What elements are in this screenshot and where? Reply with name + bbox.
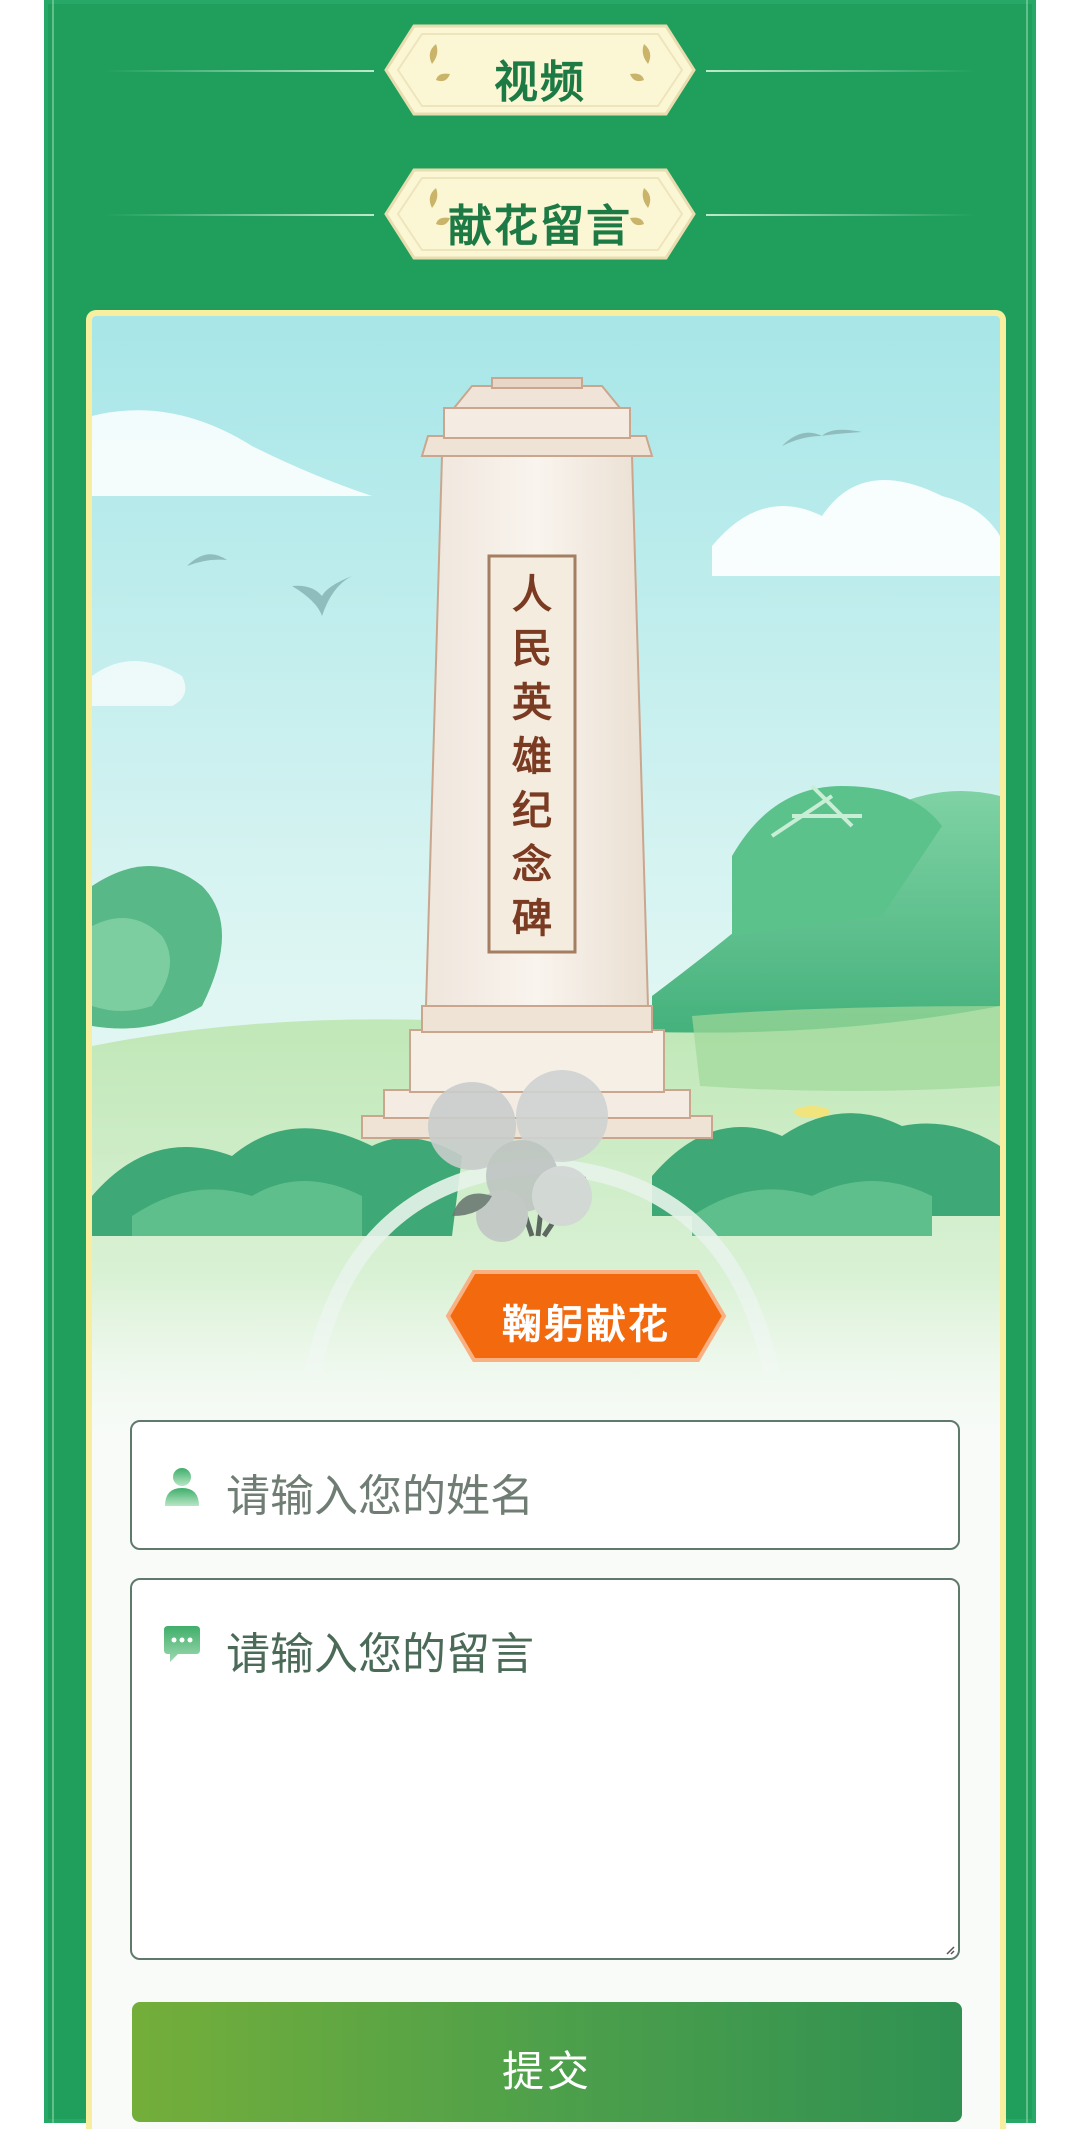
bow-offer-flowers-button[interactable]: 鞠躬献花 — [444, 1268, 728, 1364]
bow-offer-flowers-label: 鞠躬献花 — [502, 1301, 670, 1348]
tribute-section-title: 献花留言 — [448, 201, 632, 252]
submit-label: 提交 — [501, 2047, 592, 2096]
inscription-char: 纪 — [512, 787, 552, 834]
header-divider-right — [706, 214, 976, 216]
inscription-char: 雄 — [512, 733, 552, 780]
inscription-char: 碑 — [512, 895, 552, 942]
tribute-title-badge: 献花留言 — [384, 168, 696, 260]
video-section-title: 视频 — [494, 57, 586, 108]
monument-inscription: 人 民 英 雄 纪 念 碑 — [489, 568, 575, 948]
name-placeholder: 请输入您的姓名 — [226, 1471, 534, 1522]
video-title-badge: 视频 — [384, 24, 696, 116]
page-background: 视频 献花留言 人 民 英 雄 纪 念 碑 鞠躬献花 请输入您的姓名 请输入您的… — [44, 0, 1036, 2129]
inscription-char: 英 — [512, 679, 552, 726]
video-section-header: 视频 — [44, 20, 1036, 120]
tribute-section-header: 献花留言 — [44, 164, 1036, 264]
chat-icon — [164, 1626, 200, 1662]
resize-handle-icon[interactable] — [945, 1945, 955, 1955]
message-placeholder: 请输入您的留言 — [226, 1629, 534, 1680]
inscription-char: 人 — [512, 571, 552, 618]
tribute-card: 人 民 英 雄 纪 念 碑 鞠躬献花 请输入您的姓名 请输入您的留言 提交 — [86, 310, 1006, 2129]
header-divider-left — [104, 70, 374, 72]
message-textarea[interactable]: 请输入您的留言 — [130, 1578, 960, 1960]
header-divider-right — [706, 70, 976, 72]
header-divider-left — [104, 214, 374, 216]
submit-button[interactable]: 提交 — [132, 2002, 962, 2122]
user-icon — [165, 1468, 199, 1506]
inscription-char: 念 — [512, 841, 552, 888]
name-input[interactable]: 请输入您的姓名 — [130, 1420, 960, 1550]
inscription-char: 民 — [512, 625, 552, 672]
